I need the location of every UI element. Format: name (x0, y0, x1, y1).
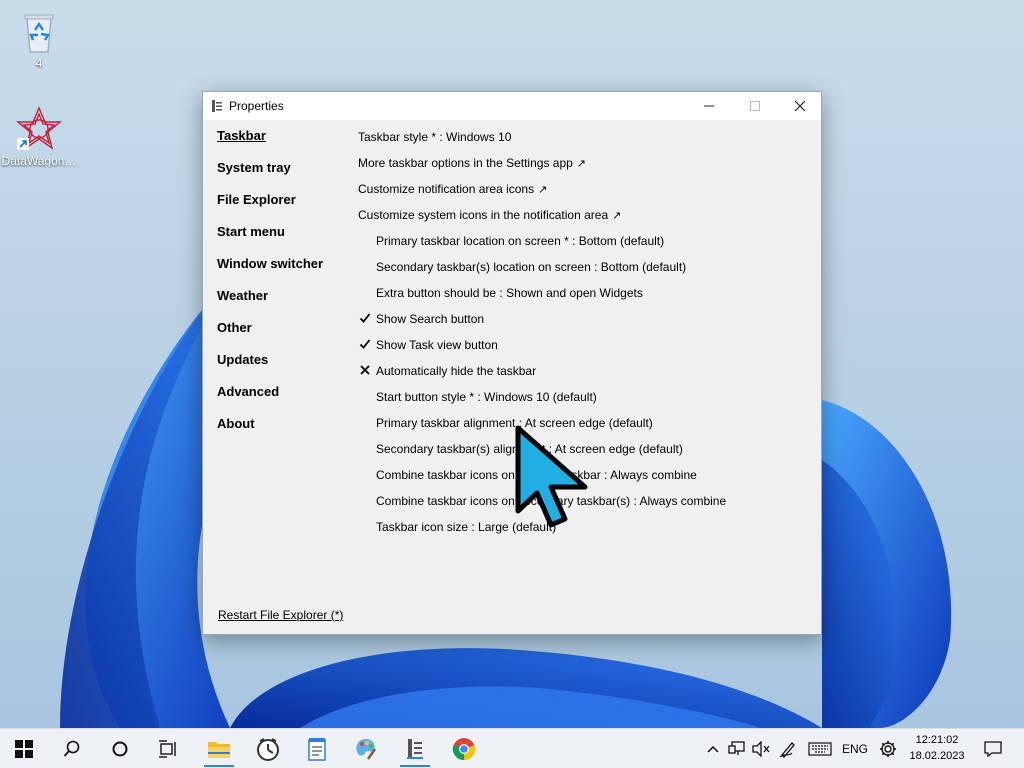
cortana-button[interactable] (97, 729, 143, 768)
external-link-icon: ↗ (538, 183, 548, 196)
clock-date: 18.02.2023 (909, 750, 965, 762)
option-label: Show Search button (376, 312, 485, 326)
minimize-icon (704, 105, 714, 107)
keyboard-icon (808, 741, 832, 756)
datawagon-shortcut-icon (16, 106, 62, 150)
option-label: Extra button should be : Shown and open … (376, 286, 643, 300)
gear-icon (880, 740, 896, 757)
option-extra-button[interactable]: Extra button should be : Shown and open … (358, 280, 808, 306)
volume-button[interactable] (750, 729, 772, 768)
notification-center-icon (984, 740, 1002, 757)
checkmark-icon (359, 313, 371, 323)
option-label: Automatically hide the taskbar (376, 364, 537, 378)
option-label: More taskbar options in the Settings app (358, 156, 573, 170)
properties-window: Properties Taskbar System tray File Expl… (202, 91, 822, 635)
volume-muted-icon (752, 740, 770, 757)
windows-start-icon (15, 739, 33, 758)
nav-item-updates[interactable]: Updates (217, 352, 347, 384)
external-link-icon: ↗ (612, 209, 622, 222)
option-auto-hide-taskbar[interactable]: Automatically hide the taskbar (358, 358, 808, 384)
recycle-bin-icon (24, 14, 54, 53)
task-view-icon (159, 739, 176, 758)
taskbar-app-properties[interactable] (392, 729, 438, 768)
close-icon (794, 100, 806, 112)
pen-menu-button[interactable] (777, 729, 799, 768)
cross-mark-icon (360, 365, 370, 375)
option-label: Start button style * : Windows 10 (defau… (376, 390, 597, 404)
option-primary-location[interactable]: Primary taskbar location on screen * : B… (358, 228, 808, 254)
input-language-button[interactable]: ENG (838, 729, 872, 768)
maximize-icon (750, 101, 760, 111)
option-start-button-style[interactable]: Start button style * : Windows 10 (defau… (358, 384, 808, 410)
window-title: Properties (229, 99, 284, 113)
touch-keyboard-button[interactable] (806, 729, 834, 768)
nav-item-weather[interactable]: Weather (217, 288, 347, 320)
desktop-icon-label: DataWagon… (1, 154, 77, 168)
cortana-circle-icon (112, 741, 128, 756)
desktop-icon-recycle-bin[interactable]: 4 (0, 10, 78, 70)
nav-item-advanced[interactable]: Advanced (217, 384, 347, 416)
desktop-icon-label: 4 (35, 56, 43, 70)
taskbar-app-file-explorer[interactable] (196, 729, 242, 768)
network-button[interactable] (726, 729, 748, 768)
settings-nav: Taskbar System tray File Explorer Start … (217, 128, 347, 448)
taskbar: ENG 12:21:02 18.02.2023 (0, 728, 1024, 768)
option-label: Primary taskbar location on screen * : B… (376, 234, 665, 248)
chrome-icon (452, 737, 476, 760)
nav-item-window-switcher[interactable]: Window switcher (217, 256, 347, 288)
properties-app-icon (407, 738, 423, 759)
nav-item-file-explorer[interactable]: File Explorer (217, 192, 347, 224)
taskbar-app-chrome[interactable] (441, 729, 487, 768)
option-secondary-location[interactable]: Secondary taskbar(s) location on screen … (358, 254, 808, 280)
external-link-icon: ↗ (576, 157, 587, 170)
search-icon (63, 740, 80, 757)
clock-time: 12:21:02 (915, 734, 959, 746)
start-button[interactable] (1, 729, 47, 768)
task-view-button[interactable] (145, 729, 191, 768)
maximize-button[interactable] (732, 92, 778, 120)
notepad-icon (308, 737, 326, 761)
nav-item-other[interactable]: Other (217, 320, 347, 352)
taskbar-app-clock[interactable] (245, 729, 291, 768)
minimize-button[interactable] (686, 92, 732, 120)
option-label: Customize notification area icons (358, 182, 535, 196)
settings-tray-button[interactable] (876, 729, 900, 768)
nav-item-taskbar[interactable]: Taskbar (217, 128, 347, 160)
nav-item-start-menu[interactable]: Start menu (217, 224, 347, 256)
restart-file-explorer-link[interactable]: Restart File Explorer (*) (218, 608, 343, 622)
checkmark-icon (359, 339, 371, 349)
close-button[interactable] (777, 92, 823, 120)
properties-app-icon (212, 100, 222, 112)
option-label: Secondary taskbar(s) location on screen … (376, 260, 687, 274)
desktop-icon-datawagon[interactable]: DataWagon… (0, 106, 78, 168)
option-settings-app-link[interactable]: More taskbar options in the Settings app… (358, 150, 808, 176)
option-label: Show Task view button (376, 338, 498, 352)
clock-app-icon (257, 737, 279, 761)
nav-item-about[interactable]: About (217, 416, 347, 448)
file-explorer-icon (208, 741, 230, 758)
nav-item-system-tray[interactable]: System tray (217, 160, 347, 192)
option-system-icons-link[interactable]: Customize system icons in the notificati… (358, 202, 808, 228)
title-bar[interactable]: Properties (203, 92, 821, 120)
option-show-task-view[interactable]: Show Task view button (358, 332, 808, 358)
option-notification-icons-link[interactable]: Customize notification area icons ↗ (358, 176, 808, 202)
taskbar-clock[interactable]: 12:21:02 18.02.2023 (906, 732, 968, 764)
mouse-pointer-icon (515, 425, 588, 528)
network-icon (728, 740, 745, 755)
notifications-button[interactable] (978, 729, 1008, 768)
taskbar-app-paint[interactable] (343, 729, 389, 768)
option-label: Taskbar style * : Windows 10 (358, 130, 512, 144)
option-label: Customize system icons in the notificati… (358, 208, 609, 222)
option-taskbar-style[interactable]: Taskbar style * : Windows 10 (358, 124, 808, 150)
show-hidden-icons-button[interactable] (703, 729, 723, 768)
paint-icon (356, 738, 377, 760)
chevron-up-icon (707, 745, 719, 753)
pen-icon (779, 741, 795, 758)
option-show-search-button[interactable]: Show Search button (358, 306, 808, 332)
taskbar-app-notepad[interactable] (294, 729, 340, 768)
search-button[interactable] (49, 729, 95, 768)
